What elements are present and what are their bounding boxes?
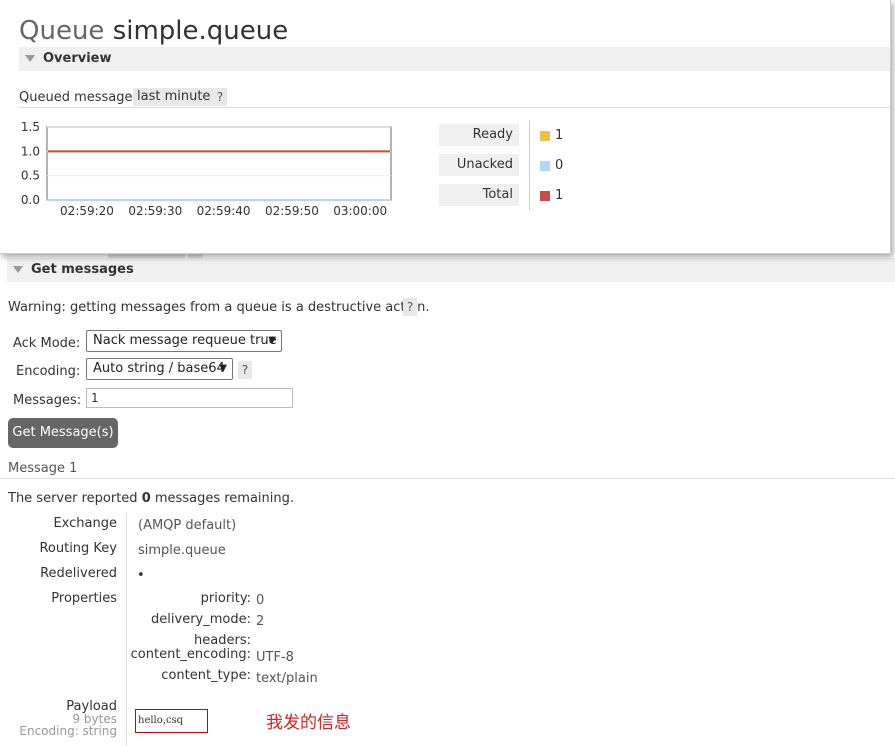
- help-icon[interactable]: ?: [213, 88, 227, 106]
- queued-messages-chart: 1.5 1.0 0.5 0.0 02:59:20 02:59:30 02:59:40 02:…: [21, 120, 392, 218]
- y-tick-label: 0.0: [21, 193, 40, 207]
- exchange-value: (AMQP default): [138, 518, 237, 533]
- payload-encoding: Encoding: string: [19, 724, 117, 738]
- x-tick-label: 02:59:40: [197, 204, 251, 218]
- ack-mode-value: Nack message requeue true: [93, 333, 277, 348]
- reported-prefix: The server reported: [8, 491, 138, 506]
- exchange-key: Exchange: [53, 516, 117, 531]
- messages-label: Messages:: [13, 393, 82, 408]
- encoding-value: Auto string / base64: [93, 361, 225, 376]
- get-messages-header-label: Get messages: [31, 262, 134, 277]
- chart-plot-area: [46, 126, 392, 201]
- get-messages-button[interactable]: Get Message(s): [8, 418, 118, 448]
- redelivered-key: Redelivered: [40, 566, 117, 581]
- legend-swatch: [540, 191, 550, 201]
- page-title-prefix: Queue: [19, 16, 105, 46]
- range-selector[interactable]: last minute: [133, 88, 215, 106]
- property-key: content_encoding:: [130, 647, 251, 662]
- get-messages-section-header[interactable]: Get messages: [7, 258, 895, 282]
- legend-swatch: [540, 131, 550, 141]
- messages-count-input[interactable]: 1: [86, 388, 293, 408]
- x-tick-label: 02:59:30: [128, 204, 182, 218]
- chevron-down-icon: ▼: [219, 363, 227, 374]
- legend-value: 1: [555, 128, 564, 143]
- property-value: UTF-8: [256, 650, 294, 665]
- legend-divider: [529, 120, 530, 210]
- property-key: priority:: [200, 591, 251, 606]
- divider: [19, 107, 890, 108]
- properties-key: Properties: [51, 591, 117, 606]
- legend-value: 0: [555, 158, 564, 173]
- property-key: content_type:: [161, 668, 251, 683]
- encoding-label: Encoding:: [16, 364, 81, 379]
- y-tick-label: 1.5: [21, 120, 40, 134]
- redelivered-value: •: [137, 568, 145, 583]
- legend-label-ready: Ready: [439, 124, 519, 146]
- legend-label-total: Total: [439, 184, 519, 206]
- ack-mode-label: Ack Mode:: [13, 336, 81, 351]
- routing-key-key: Routing Key: [39, 541, 117, 556]
- legend-swatch: [540, 161, 550, 171]
- property-value: 2: [256, 614, 265, 629]
- overview-header-label: Overview: [43, 51, 112, 66]
- x-tick-label: 02:59:20: [60, 204, 114, 218]
- y-tick-label: 0.5: [21, 169, 40, 183]
- property-value: 0: [256, 593, 265, 608]
- annotation-text: 我发的信息: [266, 713, 351, 733]
- collapse-triangle-icon: [25, 54, 35, 62]
- legend-value: 1: [555, 188, 564, 203]
- help-icon[interactable]: ?: [238, 361, 252, 379]
- x-tick-label: 02:59:50: [265, 204, 319, 218]
- queued-messages-label: Queued messages: [19, 90, 140, 105]
- overview-section-header[interactable]: Overview: [19, 47, 890, 71]
- message-heading: Message 1: [8, 461, 78, 476]
- encoding-select[interactable]: Auto string / base64 ▼: [86, 358, 233, 380]
- ack-mode-select[interactable]: Nack message requeue true ▼: [86, 330, 282, 352]
- overview-popup: Queue simple.queue Overview Queued messa…: [0, 0, 891, 254]
- remaining-count: 0: [141, 491, 151, 506]
- warning-text: Warning: getting messages from a queue i…: [8, 300, 430, 315]
- page-title: Queue simple.queue: [19, 16, 288, 46]
- routing-key-value: simple.queue: [138, 543, 226, 558]
- x-tick-label: 03:00:00: [333, 204, 387, 218]
- divider: [0, 478, 895, 479]
- server-reported-text: The server reported 0 messages remaining…: [8, 491, 294, 506]
- collapse-triangle-icon: [13, 265, 23, 273]
- property-value: text/plain: [256, 671, 318, 686]
- details-divider: [126, 513, 127, 746]
- property-key: headers:: [194, 633, 251, 648]
- legend-label-unacked: Unacked: [439, 154, 519, 176]
- chevron-down-icon: ▼: [268, 335, 276, 346]
- property-key: delivery_mode:: [151, 612, 251, 627]
- help-icon[interactable]: ?: [403, 298, 417, 316]
- reported-suffix: messages remaining.: [154, 491, 294, 506]
- page-title-name: simple.queue: [112, 16, 289, 46]
- y-tick-label: 1.0: [21, 144, 40, 158]
- payload-value: hello,csq: [135, 709, 208, 733]
